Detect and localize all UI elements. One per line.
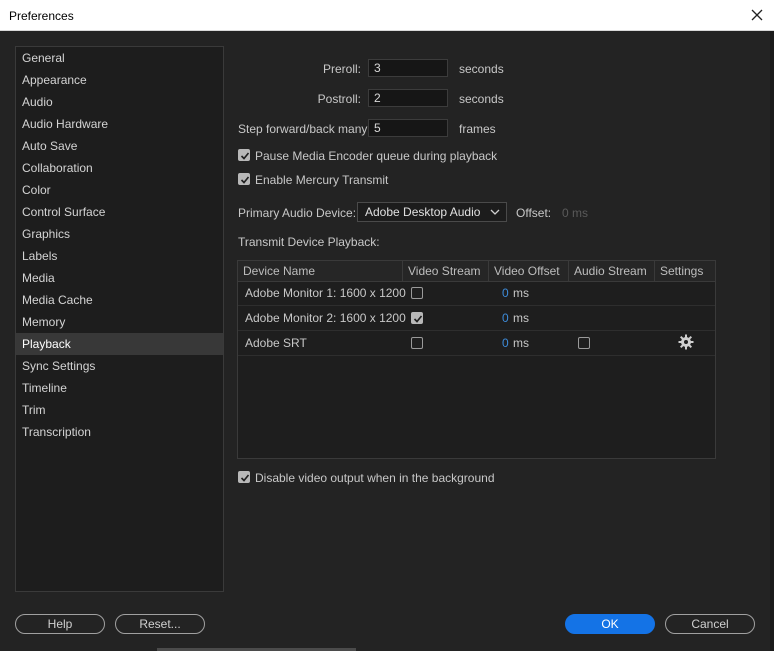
- column-device-name[interactable]: Device Name: [238, 261, 403, 281]
- postroll-unit: seconds: [459, 92, 504, 106]
- reset-button[interactable]: Reset...: [115, 614, 205, 634]
- device-name: Adobe Monitor 2: 1600 x 1200: [245, 311, 406, 325]
- mercury-transmit-checkbox[interactable]: [238, 173, 250, 185]
- disable-background-checkbox[interactable]: [238, 471, 250, 483]
- sidebar-item-playback[interactable]: Playback: [16, 333, 223, 355]
- disable-background-label: Disable video output when in the backgro…: [255, 471, 495, 485]
- pause-encoder-label: Pause Media Encoder queue during playbac…: [255, 149, 498, 163]
- preferences-sidebar: General Appearance Audio Audio Hardware …: [15, 46, 224, 592]
- video-stream-checkbox[interactable]: [411, 312, 423, 324]
- step-field[interactable]: 5: [368, 119, 448, 137]
- offset-label: Offset:: [516, 206, 552, 220]
- column-audio-stream[interactable]: Audio Stream: [569, 261, 655, 281]
- video-stream-checkbox[interactable]: [411, 337, 423, 349]
- postroll-label: Postroll:: [317, 92, 361, 106]
- video-offset-unit: ms: [513, 286, 529, 300]
- step-label: Step forward/back many:: [238, 122, 371, 136]
- device-name: Adobe Monitor 1: 1600 x 1200: [245, 286, 406, 300]
- transmit-device-table: Device Name Video Stream Video Offset Au…: [237, 260, 716, 459]
- title-bar: Preferences: [0, 0, 774, 31]
- step-unit: frames: [459, 122, 496, 136]
- video-offset-value[interactable]: 0: [502, 281, 509, 305]
- column-settings[interactable]: Settings: [655, 261, 715, 281]
- ok-button[interactable]: OK: [565, 614, 655, 634]
- close-icon[interactable]: [746, 4, 768, 26]
- help-button[interactable]: Help: [15, 614, 105, 634]
- video-offset-value[interactable]: 0: [502, 331, 509, 355]
- sidebar-item-sync-settings[interactable]: Sync Settings: [16, 355, 223, 377]
- audio-stream-checkbox[interactable]: [578, 337, 590, 349]
- audio-device-select[interactable]: Adobe Desktop Audio: [357, 202, 507, 222]
- table-header: Device Name Video Stream Video Offset Au…: [238, 261, 715, 282]
- offset-value: 0 ms: [562, 206, 589, 220]
- sidebar-item-audio[interactable]: Audio: [16, 91, 223, 113]
- column-video-stream[interactable]: Video Stream: [403, 261, 489, 281]
- sidebar-item-labels[interactable]: Labels: [16, 245, 223, 267]
- preroll-label: Preroll:: [322, 62, 361, 76]
- gear-icon[interactable]: [678, 334, 694, 352]
- postroll-field[interactable]: 2: [368, 89, 448, 107]
- transmit-device-label: Transmit Device Playback:: [238, 235, 380, 249]
- sidebar-item-general[interactable]: General: [16, 47, 223, 69]
- sidebar-item-appearance[interactable]: Appearance: [16, 69, 223, 91]
- sidebar-item-graphics[interactable]: Graphics: [16, 223, 223, 245]
- window-title: Preferences: [9, 9, 74, 23]
- checkmark-icon: [240, 152, 250, 160]
- video-offset-unit: ms: [513, 336, 529, 350]
- column-video-offset[interactable]: Video Offset: [489, 261, 569, 281]
- sidebar-item-timeline[interactable]: Timeline: [16, 377, 223, 399]
- preroll-unit: seconds: [459, 62, 504, 76]
- table-row[interactable]: Adobe Monitor 2: 1600 x 1200 0 ms: [238, 306, 715, 331]
- pause-encoder-checkbox[interactable]: [238, 149, 250, 161]
- checkmark-icon: [240, 474, 250, 482]
- device-name: Adobe SRT: [245, 336, 307, 350]
- sidebar-item-memory[interactable]: Memory: [16, 311, 223, 333]
- sidebar-item-auto-save[interactable]: Auto Save: [16, 135, 223, 157]
- sidebar-item-trim[interactable]: Trim: [16, 399, 223, 421]
- sidebar-item-media[interactable]: Media: [16, 267, 223, 289]
- checkmark-icon: [413, 315, 423, 323]
- table-row[interactable]: Adobe Monitor 1: 1600 x 1200 0 ms: [238, 281, 715, 306]
- sidebar-item-collaboration[interactable]: Collaboration: [16, 157, 223, 179]
- preroll-field[interactable]: 3: [368, 59, 448, 77]
- sidebar-item-control-surface[interactable]: Control Surface: [16, 201, 223, 223]
- sidebar-item-transcription[interactable]: Transcription: [16, 421, 223, 443]
- sidebar-item-audio-hardware[interactable]: Audio Hardware: [16, 113, 223, 135]
- mercury-transmit-label: Enable Mercury Transmit: [255, 173, 389, 187]
- video-offset-unit: ms: [513, 311, 529, 325]
- video-offset-value[interactable]: 0: [502, 306, 509, 330]
- cancel-button[interactable]: Cancel: [665, 614, 755, 634]
- audio-device-value: Adobe Desktop Audio: [365, 205, 481, 219]
- video-stream-checkbox[interactable]: [411, 287, 423, 299]
- chevron-down-icon: [490, 209, 500, 215]
- audio-device-label: Primary Audio Device:: [238, 206, 357, 220]
- sidebar-item-color[interactable]: Color: [16, 179, 223, 201]
- sidebar-item-media-cache[interactable]: Media Cache: [16, 289, 223, 311]
- table-row[interactable]: Adobe SRT 0 ms: [238, 331, 715, 356]
- checkmark-icon: [240, 176, 250, 184]
- window-edge: [770, 31, 774, 651]
